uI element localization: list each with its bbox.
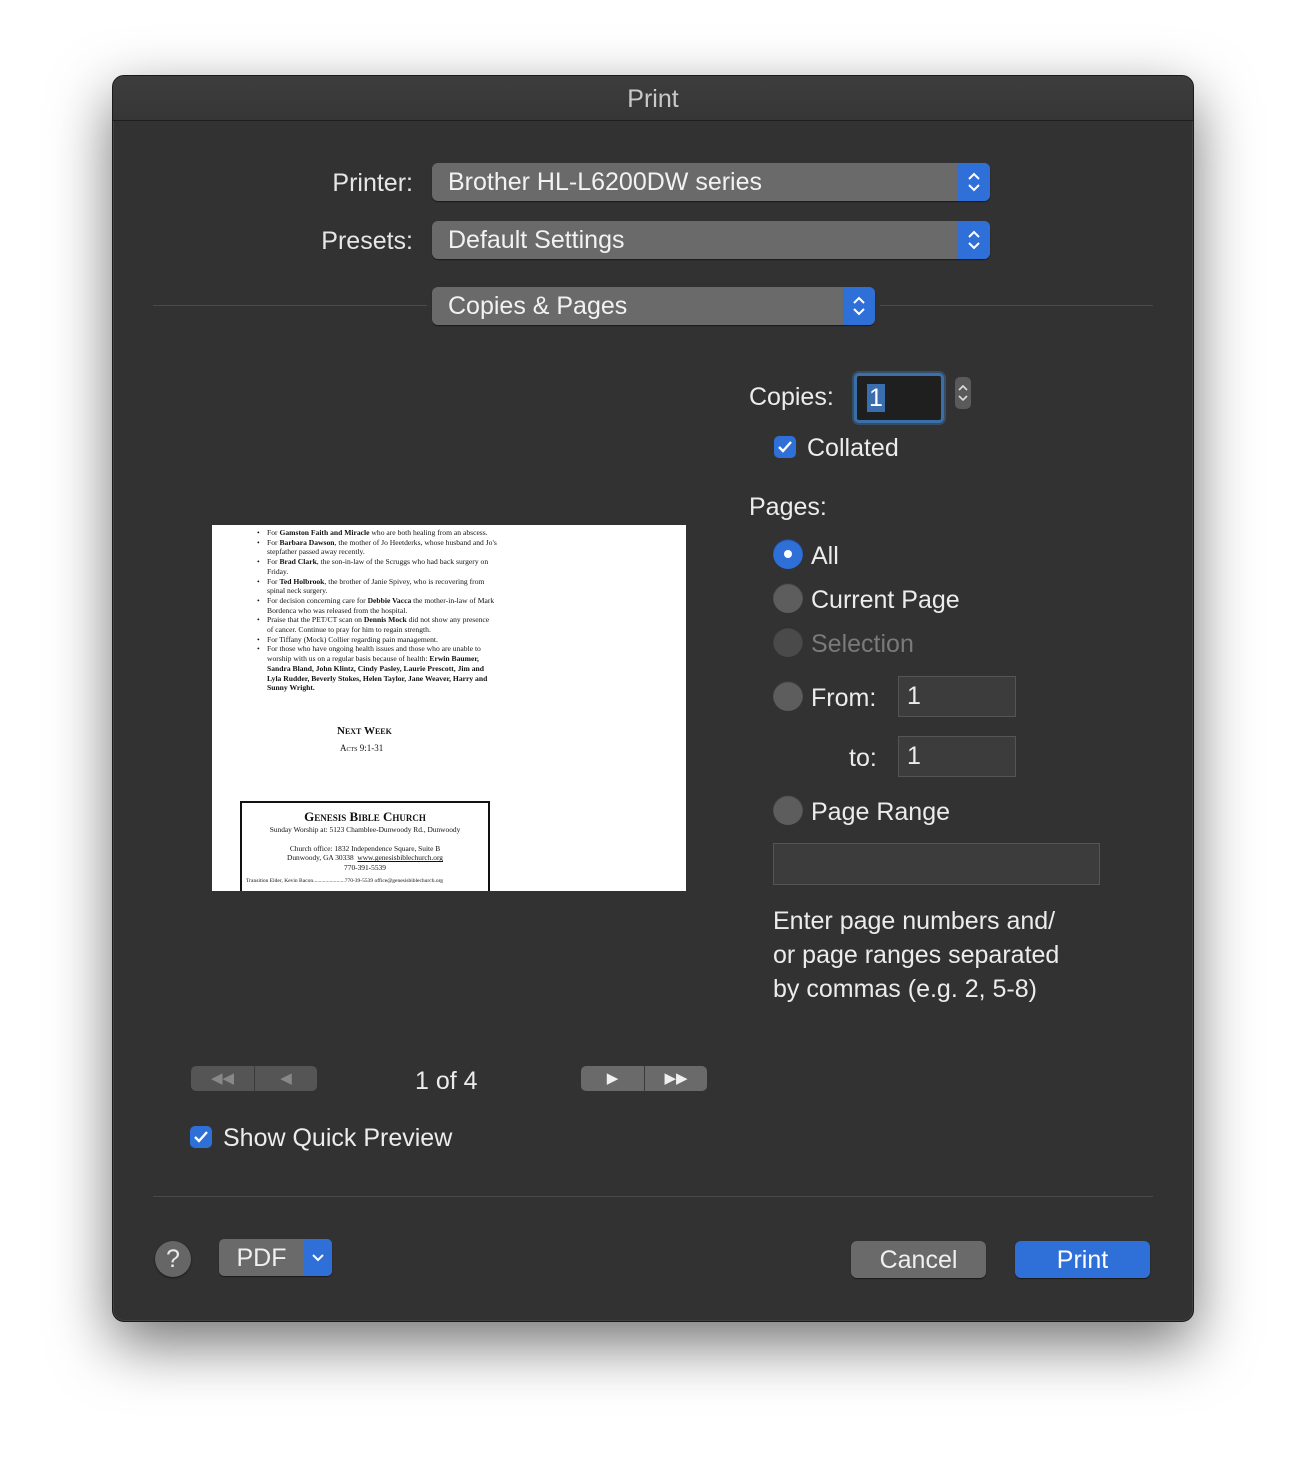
printer-label: Printer: bbox=[332, 169, 413, 197]
radio-current-page[interactable] bbox=[773, 583, 803, 613]
copies-value: 1 bbox=[867, 384, 885, 412]
church-name: Genesis Bible Church bbox=[304, 809, 426, 824]
presets-value: Default Settings bbox=[448, 226, 625, 254]
to-label: to: bbox=[849, 744, 877, 772]
help-button[interactable]: ? bbox=[155, 1241, 191, 1277]
copies-input[interactable]: 1 bbox=[854, 373, 944, 423]
print-button[interactable]: Print bbox=[1015, 1241, 1150, 1278]
radio-page-range[interactable] bbox=[773, 795, 803, 825]
church-info-box: Genesis Bible Church Sunday Worship at: … bbox=[240, 801, 490, 891]
quick-preview-label: Show Quick Preview bbox=[223, 1124, 453, 1152]
separator bbox=[880, 305, 1153, 306]
church-phone: 770-391-5539 bbox=[344, 862, 386, 872]
radio-selection bbox=[773, 627, 803, 657]
prev-nav-group: ◀◀ ◀ bbox=[191, 1066, 317, 1091]
page-range-help-3: by commas (e.g. 2, 5-8) bbox=[773, 975, 1037, 1003]
print-dialog: Print Printer: Brother HL-L6200DW series… bbox=[112, 75, 1194, 1322]
to-input[interactable]: 1 bbox=[898, 736, 1016, 777]
copies-stepper[interactable] bbox=[955, 377, 971, 409]
prayer-item: For decision concerning care for Debbie … bbox=[257, 596, 497, 615]
page-indicator: 1 of 4 bbox=[415, 1067, 478, 1095]
cancel-button[interactable]: Cancel bbox=[851, 1241, 986, 1278]
checkmark-icon bbox=[194, 1131, 208, 1143]
prayer-list: For Gamston Faith and Miracle who are bo… bbox=[212, 528, 497, 693]
pdf-label: PDF bbox=[236, 1244, 287, 1272]
page-preview: For Gamston Faith and Miracle who are bo… bbox=[212, 525, 686, 891]
radio-current-page-label: Current Page bbox=[811, 586, 960, 614]
chevron-down-icon bbox=[304, 1239, 332, 1276]
up-down-chevron-icon bbox=[958, 221, 990, 259]
first-page-button[interactable]: ◀◀ bbox=[191, 1066, 254, 1091]
last-page-button[interactable]: ▶▶ bbox=[644, 1066, 707, 1091]
section-value: Copies & Pages bbox=[448, 292, 628, 320]
radio-selection-label: Selection bbox=[811, 630, 914, 658]
next-nav-group: ▶ ▶▶ bbox=[581, 1066, 707, 1091]
printer-popup[interactable]: Brother HL-L6200DW series bbox=[432, 163, 990, 201]
collated-checkbox[interactable] bbox=[774, 436, 796, 458]
pages-label: Pages: bbox=[749, 493, 827, 521]
page-range-help-1: Enter page numbers and/ bbox=[773, 907, 1056, 935]
staff-line: Transition Elder, Kevin Bacon...........… bbox=[246, 878, 444, 885]
from-input[interactable]: 1 bbox=[898, 676, 1016, 717]
prayer-item: For Gamston Faith and Miracle who are bo… bbox=[257, 528, 497, 538]
printer-value: Brother HL-L6200DW series bbox=[448, 168, 763, 196]
collated-label: Collated bbox=[807, 434, 899, 462]
prayer-item: Praise that the PET/CT scan on Dennis Mo… bbox=[257, 615, 497, 634]
separator bbox=[153, 1196, 1153, 1197]
up-down-chevron-icon bbox=[958, 163, 990, 201]
worship-address: Sunday Worship at: 5123 Chamblee-Dunwood… bbox=[269, 825, 461, 834]
radio-all[interactable] bbox=[773, 539, 803, 569]
separator bbox=[153, 305, 427, 306]
radio-from[interactable] bbox=[773, 681, 803, 711]
presets-popup[interactable]: Default Settings bbox=[432, 221, 990, 259]
up-down-chevron-icon bbox=[958, 384, 968, 402]
page-range-input[interactable] bbox=[773, 843, 1100, 885]
prayer-item: For Ted Holbrook, the brother of Janie S… bbox=[257, 577, 497, 596]
page-range-help-2: or page ranges separated bbox=[773, 941, 1060, 969]
presets-label: Presets: bbox=[321, 227, 413, 255]
section-popup[interactable]: Copies & Pages bbox=[432, 287, 875, 325]
page-range-label: Page Range bbox=[811, 798, 951, 826]
radio-all-label: All bbox=[811, 542, 839, 570]
previous-page-button[interactable]: ◀ bbox=[254, 1066, 317, 1091]
prayer-item: For Tiffany (Mock) Collier regarding pai… bbox=[257, 635, 497, 645]
question-icon: ? bbox=[166, 1245, 180, 1273]
from-label: From: bbox=[811, 684, 877, 712]
copies-label: Copies: bbox=[749, 383, 834, 411]
next-page-button[interactable]: ▶ bbox=[581, 1066, 644, 1091]
up-down-chevron-icon bbox=[843, 287, 875, 325]
quick-preview-checkbox[interactable] bbox=[190, 1126, 212, 1148]
next-week-heading: Next Week bbox=[337, 725, 392, 737]
prayer-item: For Barbara Dawson, the mother of Jo Hee… bbox=[257, 538, 497, 557]
office-address: Church office: 1832 Independence Square,… bbox=[289, 843, 441, 853]
window-title: Print bbox=[113, 76, 1193, 121]
prayer-item: For Brad Clark, the son-in-law of the Sc… bbox=[257, 557, 497, 576]
prayer-item: For those who have ongoing health issues… bbox=[257, 644, 497, 693]
office-city-web: Dunwoody, GA 30338 www.genesisbiblechurc… bbox=[287, 853, 443, 863]
pdf-menu-button[interactable]: PDF bbox=[219, 1239, 332, 1276]
checkmark-icon bbox=[778, 441, 792, 453]
next-week-scripture: Acts 9:1-31 bbox=[340, 743, 384, 753]
